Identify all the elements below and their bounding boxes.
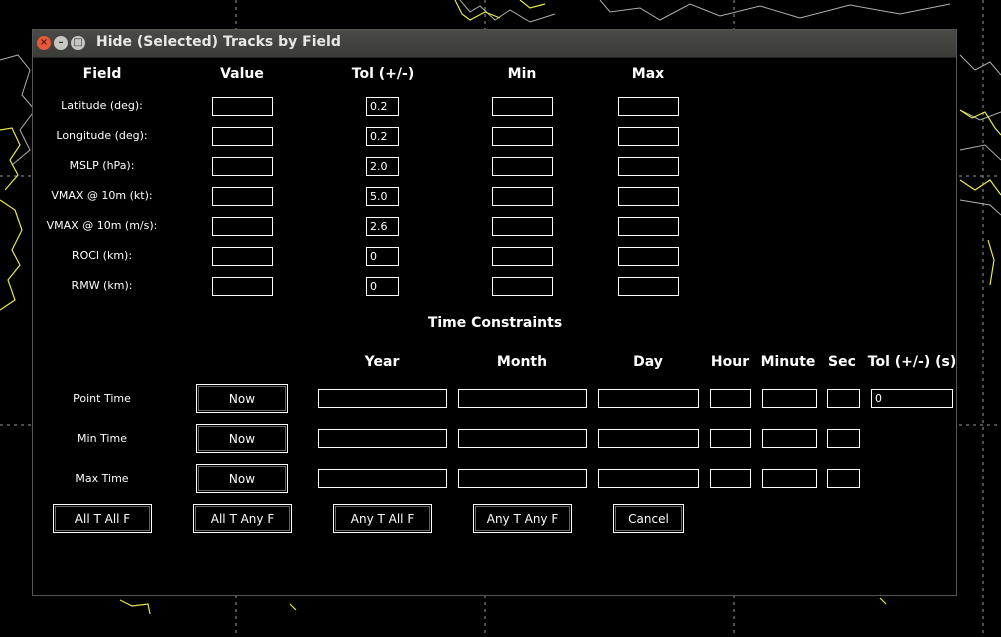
rmw-min-input[interactable] bbox=[492, 277, 553, 296]
longitude-max-input[interactable] bbox=[618, 127, 679, 146]
min-time-hour-input[interactable] bbox=[710, 429, 751, 448]
max-time-minute-input[interactable] bbox=[762, 469, 817, 488]
point-time-minute-input[interactable] bbox=[762, 389, 817, 408]
header-minute: Minute bbox=[760, 354, 816, 370]
rmw-tol-input[interactable] bbox=[366, 277, 399, 296]
all-t-all-f-button[interactable]: All T All F bbox=[53, 504, 152, 533]
max-time-month-input[interactable] bbox=[458, 469, 587, 488]
field-label-mslp: MSLP (hPa): bbox=[69, 159, 135, 172]
mslp-value-input[interactable] bbox=[212, 157, 273, 176]
mslp-max-input[interactable] bbox=[618, 157, 679, 176]
cancel-button[interactable]: Cancel bbox=[613, 504, 684, 533]
rmw-max-input[interactable] bbox=[618, 277, 679, 296]
min-time-year-input[interactable] bbox=[318, 429, 447, 448]
point-time-sec-input[interactable] bbox=[827, 389, 860, 408]
mslp-min-input[interactable] bbox=[492, 157, 553, 176]
field-label-longitude: Longitude (deg): bbox=[56, 129, 148, 142]
point-time-label: Point Time bbox=[73, 392, 131, 405]
point-time-hour-input[interactable] bbox=[710, 389, 751, 408]
roci-tol-input[interactable] bbox=[366, 247, 399, 266]
max-time-sec-input[interactable] bbox=[827, 469, 860, 488]
vmax-ms-min-input[interactable] bbox=[492, 217, 553, 236]
longitude-value-input[interactable] bbox=[212, 127, 273, 146]
field-label-vmax-ms: VMAX @ 10m (m/s): bbox=[46, 219, 158, 232]
max-time-hour-input[interactable] bbox=[710, 469, 751, 488]
min-time-sec-input[interactable] bbox=[827, 429, 860, 448]
header-month: Month bbox=[496, 354, 548, 370]
point-time-now-button[interactable]: Now bbox=[196, 384, 288, 413]
point-time-tol-input[interactable] bbox=[871, 389, 953, 408]
vmax-ms-value-input[interactable] bbox=[212, 217, 273, 236]
min-time-now-button[interactable]: Now bbox=[196, 424, 288, 453]
vmax-kt-value-input[interactable] bbox=[212, 187, 273, 206]
header-day: Day bbox=[633, 354, 663, 370]
window-title: Hide (Selected) Tracks by Field bbox=[96, 34, 341, 50]
max-time-label: Max Time bbox=[75, 472, 129, 485]
field-label-vmax-kt: VMAX @ 10m (kt): bbox=[51, 189, 153, 202]
max-time-year-input[interactable] bbox=[318, 469, 447, 488]
all-t-any-f-button[interactable]: All T Any F bbox=[193, 504, 292, 533]
field-label-rmw: RMW (km): bbox=[71, 279, 133, 292]
hide-tracks-dialog: × – □ Hide (Selected) Tracks by Field Fi… bbox=[32, 29, 957, 596]
point-time-day-input[interactable] bbox=[598, 389, 699, 408]
latitude-min-input[interactable] bbox=[492, 97, 553, 116]
vmax-kt-min-input[interactable] bbox=[492, 187, 553, 206]
min-time-month-input[interactable] bbox=[458, 429, 587, 448]
time-constraints-title: Time Constraints bbox=[427, 315, 563, 331]
latitude-value-input[interactable] bbox=[212, 97, 273, 116]
min-time-minute-input[interactable] bbox=[762, 429, 817, 448]
roci-max-input[interactable] bbox=[618, 247, 679, 266]
maximize-icon[interactable]: □ bbox=[71, 36, 85, 50]
min-time-label: Min Time bbox=[77, 432, 127, 445]
vmax-kt-tol-input[interactable] bbox=[366, 187, 399, 206]
title-bar: × – □ Hide (Selected) Tracks by Field bbox=[33, 30, 956, 58]
longitude-min-input[interactable] bbox=[492, 127, 553, 146]
mslp-tol-input[interactable] bbox=[366, 157, 399, 176]
point-time-year-input[interactable] bbox=[318, 389, 447, 408]
minimize-icon[interactable]: – bbox=[54, 36, 68, 50]
vmax-ms-tol-input[interactable] bbox=[366, 217, 399, 236]
latitude-max-input[interactable] bbox=[618, 97, 679, 116]
roci-min-input[interactable] bbox=[492, 247, 553, 266]
header-sec: Sec bbox=[828, 354, 856, 370]
max-time-now-button[interactable]: Now bbox=[196, 464, 288, 493]
header-hour: Hour bbox=[710, 354, 750, 370]
max-time-day-input[interactable] bbox=[598, 469, 699, 488]
header-tol: Tol (+/-) bbox=[351, 66, 415, 82]
min-time-day-input[interactable] bbox=[598, 429, 699, 448]
close-icon[interactable]: × bbox=[37, 36, 51, 50]
any-t-any-f-button[interactable]: Any T Any F bbox=[473, 504, 572, 533]
header-time-tol: Tol (+/-) (s) bbox=[867, 354, 957, 370]
field-label-latitude: Latitude (deg): bbox=[61, 99, 143, 112]
latitude-tol-input[interactable] bbox=[366, 97, 399, 116]
header-value: Value bbox=[220, 66, 264, 82]
header-field: Field bbox=[82, 66, 122, 82]
field-label-roci: ROCI (km): bbox=[71, 249, 133, 262]
roci-value-input[interactable] bbox=[212, 247, 273, 266]
vmax-ms-max-input[interactable] bbox=[618, 217, 679, 236]
longitude-tol-input[interactable] bbox=[366, 127, 399, 146]
rmw-value-input[interactable] bbox=[212, 277, 273, 296]
header-year: Year bbox=[364, 354, 400, 370]
vmax-kt-max-input[interactable] bbox=[618, 187, 679, 206]
any-t-all-f-button[interactable]: Any T All F bbox=[333, 504, 432, 533]
header-max: Max bbox=[631, 66, 665, 82]
header-min: Min bbox=[507, 66, 537, 82]
point-time-month-input[interactable] bbox=[458, 389, 587, 408]
